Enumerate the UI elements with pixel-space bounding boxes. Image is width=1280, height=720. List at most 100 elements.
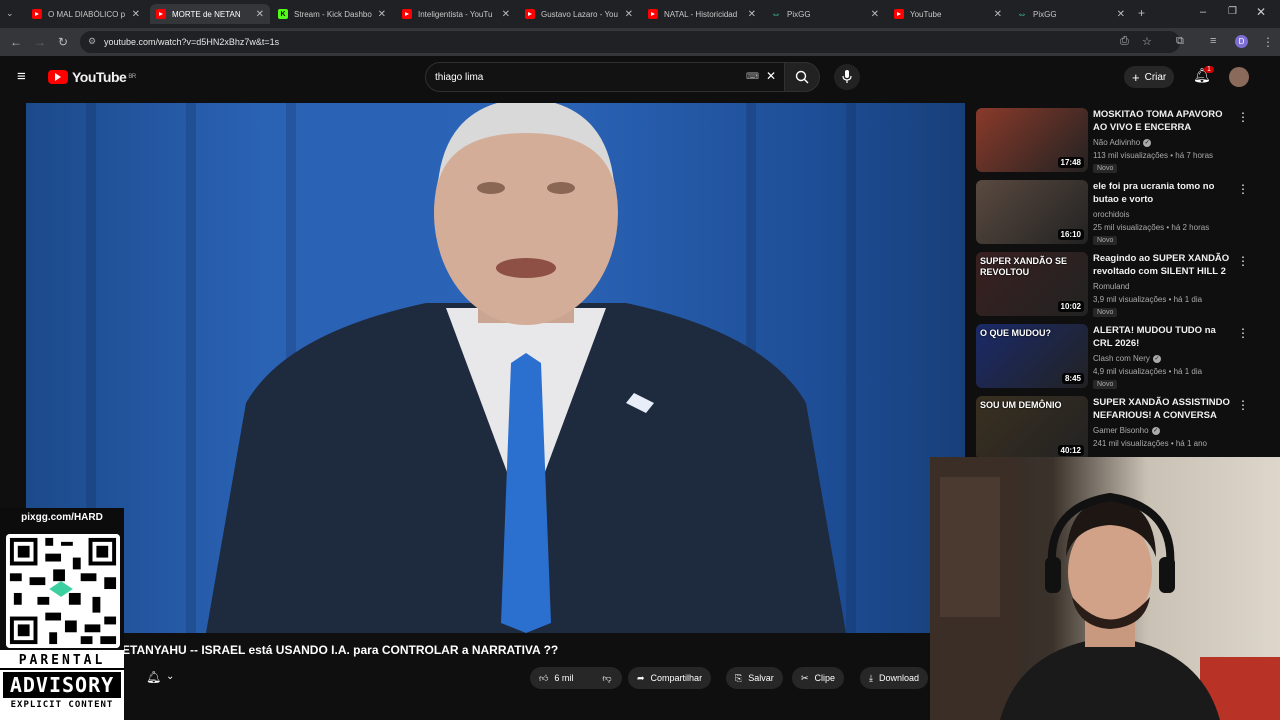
browser-tab[interactable]: MORTE de NETAN ✕: [150, 4, 270, 24]
close-tab-icon[interactable]: ✕: [132, 9, 140, 20]
save-label: Salvar: [748, 673, 774, 683]
stream-donation-overlay: pixgg.com/HARD PARENTAL ADVISORY EXPLICI…: [0, 508, 124, 720]
url-field[interactable]: ⚙ youtube.com/watch?v=d5HN2xBhz7w&t=1s: [80, 31, 1180, 53]
close-tab-icon[interactable]: ✕: [378, 9, 386, 20]
search-button[interactable]: [784, 62, 820, 92]
share-button[interactable]: ➦ Compartilhar: [628, 667, 712, 689]
plus-icon: +: [1132, 69, 1140, 85]
advisory-line-3: EXPLICIT CONTENT: [10, 700, 114, 710]
close-tab-icon[interactable]: ✕: [871, 9, 879, 20]
tab-title: MORTE de NETAN: [172, 9, 241, 19]
youtube-logo[interactable]: YouTube BR: [48, 69, 136, 85]
video-meta: 4,9 mil visualizações • há 1 dia: [1093, 367, 1203, 376]
close-tab-icon[interactable]: ✕: [502, 9, 510, 20]
reload-icon[interactable]: ↻: [58, 35, 68, 49]
video-thumbnail[interactable]: SUPER XANDÃO SE REVOLTOU 10:02: [976, 252, 1088, 316]
dislike-button[interactable]: 👎︎: [592, 667, 622, 689]
clear-search-icon[interactable]: ✕: [766, 69, 776, 83]
video-thumbnail[interactable]: 17:48: [976, 108, 1088, 172]
youtube-icon: [402, 9, 412, 19]
browser-tab[interactable]: Gustavo Lazaro - You ✕: [519, 4, 639, 24]
share-arrow-icon: ➦: [637, 672, 645, 683]
extensions-icon[interactable]: ⧉: [1176, 35, 1184, 48]
channel-name-text: orochidois: [1093, 210, 1130, 219]
browser-tab[interactable]: ⇔ PixGG ✕: [1011, 4, 1131, 24]
close-tab-icon[interactable]: ✕: [1117, 9, 1125, 20]
recommendations-list: 17:48 MOSKITAO TOMA APAVORO AO VIVO E ENC…: [975, 106, 1255, 460]
microphone-icon: [842, 70, 852, 83]
recommended-video[interactable]: O QUE MUDOU? 8:45 ALERTA! MUDOU TUDO na CR…: [975, 322, 1255, 394]
video-title[interactable]: ALERTA! MUDOU TUDO na CRL 2026!: [1093, 324, 1233, 350]
video-player[interactable]: [26, 103, 965, 633]
video-duration: 16:10: [1057, 229, 1084, 240]
more-actions-icon[interactable]: ⋮: [1237, 254, 1249, 268]
forward-icon[interactable]: →: [34, 35, 46, 49]
recommended-video[interactable]: SUPER XANDÃO SE REVOLTOU 10:02 Reagindo ao…: [975, 250, 1255, 322]
video-title: ETANYAHU -- ISRAEL está USANDO I.A. para…: [122, 636, 930, 664]
video-thumbnail[interactable]: O QUE MUDOU? 8:45: [976, 324, 1088, 388]
video-title[interactable]: ele foi pra ucrania tomo no butao e vort…: [1093, 180, 1233, 206]
close-window-icon[interactable]: ✕: [1256, 5, 1266, 19]
youtube-icon: [525, 9, 535, 19]
video-title[interactable]: SUPER XANDÃO ASSISTINDO NEFARIOUS! A CON…: [1093, 396, 1233, 424]
voice-search-button[interactable]: [834, 64, 860, 90]
browser-menu-icon[interactable]: ⋮: [1262, 35, 1274, 49]
reading-list-icon[interactable]: ≡: [1210, 35, 1216, 47]
channel-name[interactable]: Clash com Nery ✓: [1093, 354, 1161, 363]
video-title[interactable]: Reagindo ao SUPER XANDÃO revoltado com S…: [1093, 252, 1233, 280]
bookmark-star-icon[interactable]: ☆: [1142, 35, 1152, 48]
video-meta: 3,9 mil visualizações • há 1 dia: [1093, 295, 1203, 304]
video-duration: 40:12: [1057, 445, 1084, 456]
download-button[interactable]: ⤓ Download: [860, 667, 929, 689]
more-actions-icon[interactable]: ⋮: [1237, 182, 1249, 196]
close-tab-icon[interactable]: ✕: [994, 9, 1002, 20]
tab-title: Gustavo Lazaro - You: [541, 9, 618, 19]
more-actions-icon[interactable]: ⋮: [1237, 326, 1249, 340]
youtube-icon: [156, 9, 166, 19]
video-meta: 25 mil visualizações • há 2 horas: [1093, 223, 1210, 232]
video-thumbnail[interactable]: 16:10: [976, 180, 1088, 244]
channel-name[interactable]: Romuland: [1093, 282, 1129, 291]
pixgg-icon: ⇔: [771, 8, 781, 20]
channel-name[interactable]: orochidois: [1093, 210, 1129, 219]
save-button[interactable]: ⎘ Salvar: [726, 667, 783, 689]
tab-search-icon[interactable]: ⌄: [6, 8, 14, 19]
video-title[interactable]: MOSKITAO TOMA APAVORO AO VIVO E ENCERRA …: [1093, 108, 1233, 136]
channel-name[interactable]: Gamer Bisonho ✓: [1093, 426, 1160, 435]
video-duration: 10:02: [1057, 301, 1084, 312]
browser-tab[interactable]: K Stream - Kick Dashbo ✕: [272, 4, 392, 24]
more-actions-icon[interactable]: ⋮: [1237, 110, 1249, 124]
new-tab-button[interactable]: +: [1138, 6, 1145, 20]
back-icon[interactable]: ←: [10, 35, 22, 49]
install-app-icon[interactable]: ⎙: [1120, 35, 1129, 48]
maximize-icon[interactable]: ❐: [1228, 6, 1237, 17]
recommended-video[interactable]: 16:10 ele foi pra ucrania tomo no butao e…: [975, 178, 1255, 250]
search-input[interactable]: thiago lima ⌨ ✕: [425, 62, 785, 92]
browser-tab[interactable]: Inteligentista - YouTu ✕: [396, 4, 516, 24]
minimize-icon[interactable]: –: [1200, 6, 1206, 18]
browser-tab[interactable]: NATAL - Historicidad ✕: [642, 4, 762, 24]
close-tab-icon[interactable]: ✕: [256, 9, 264, 20]
keyboard-icon[interactable]: ⌨: [746, 71, 759, 82]
streamer-webcam: [930, 457, 1280, 720]
more-actions-icon[interactable]: ⋮: [1237, 398, 1249, 412]
browser-tab[interactable]: YouTube ✕: [888, 4, 1008, 24]
recommended-video[interactable]: 17:48 MOSKITAO TOMA APAVORO AO VIVO E ENC…: [975, 106, 1255, 178]
profile-avatar[interactable]: D: [1235, 35, 1248, 48]
subscribe-bell-icon[interactable]: 🔔︎: [146, 670, 161, 684]
chevron-down-icon[interactable]: ⌄: [166, 671, 174, 682]
close-tab-icon[interactable]: ✕: [625, 9, 633, 20]
channel-name[interactable]: Não Adivinho ✓: [1093, 138, 1152, 147]
clip-button[interactable]: ✂ Clipe: [792, 667, 845, 689]
hamburger-menu-icon[interactable]: ≡: [17, 68, 26, 85]
verified-check-icon: ✓: [1152, 354, 1161, 363]
recommended-video[interactable]: SOU UM DEMÔNIO 40:12 SUPER XANDÃO ASSISTIN…: [975, 394, 1255, 466]
site-info-icon[interactable]: ⚙: [88, 36, 96, 47]
notification-count-badge: 1: [1204, 66, 1214, 73]
account-avatar[interactable]: [1229, 67, 1249, 87]
browser-tab[interactable]: ⇔ PixGG ✕: [765, 4, 885, 24]
video-thumbnail[interactable]: SOU UM DEMÔNIO 40:12: [976, 396, 1088, 460]
close-tab-icon[interactable]: ✕: [748, 9, 756, 20]
create-button[interactable]: + Criar: [1124, 66, 1175, 88]
browser-tab[interactable]: O MAL DIABÓLICO p ✕: [26, 4, 146, 24]
